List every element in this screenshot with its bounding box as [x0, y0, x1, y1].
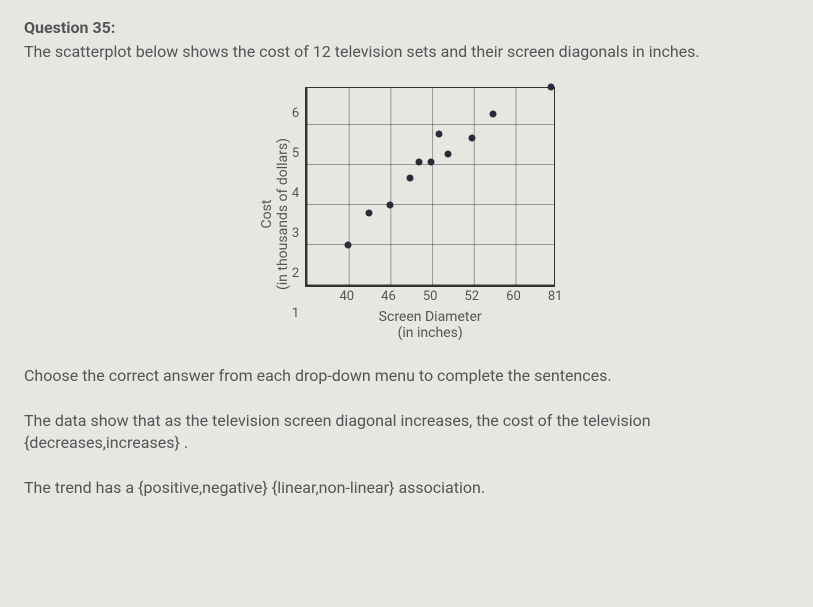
data-point [548, 83, 555, 90]
sentence2-text-e: association. [394, 478, 485, 497]
sentence-1: The data show that as the television scr… [24, 410, 789, 453]
data-point [428, 158, 435, 165]
data-point [345, 242, 352, 249]
sentence-2: The trend has a {positive,negative} {lin… [24, 477, 789, 499]
question-label: Question 35: [24, 18, 789, 37]
plot-area [305, 87, 555, 287]
dropdown-1[interactable]: {decreases,increases} [24, 433, 180, 452]
x-tick: 50 [423, 289, 438, 304]
dropdown-2[interactable]: {positive,negative} [138, 478, 268, 497]
y-axis-label-line2: (in thousands of dollars) [275, 138, 291, 290]
x-tick: 52 [465, 289, 480, 304]
sentence1-text-c: . [180, 433, 188, 452]
sentence1-text-a: The data show that as the television scr… [24, 411, 651, 430]
x-tick: 46 [381, 289, 396, 304]
data-point [386, 202, 393, 209]
data-point [469, 135, 476, 142]
y-axis-title: Cost (in thousands of dollars) [258, 198, 292, 230]
x-axis-label-line1: Screen Diameter [379, 309, 482, 325]
data-point [366, 210, 373, 217]
y-axis-ticks: 654321 [292, 114, 299, 314]
x-tick: 60 [506, 289, 521, 304]
dropdown-3[interactable]: {linear,non-linear} [272, 478, 395, 497]
x-tick: 40 [340, 289, 355, 304]
data-point [490, 111, 497, 118]
data-point [444, 150, 451, 157]
sentence2-text-a: The trend has a [24, 478, 138, 497]
data-point [407, 174, 414, 181]
y-axis-label-line1: Cost [259, 199, 275, 228]
data-point [436, 131, 443, 138]
x-axis-ticks: 404650526081 [305, 287, 555, 305]
x-axis-label-line2: (in inches) [379, 325, 482, 341]
question-text: The scatterplot below shows the cost of … [24, 41, 789, 63]
data-point [415, 158, 422, 165]
x-tick: 81 [548, 289, 563, 304]
instruction-text: Choose the correct answer from each drop… [24, 365, 789, 387]
scatterplot-figure: Cost (in thousands of dollars) 654321 40… [24, 87, 789, 341]
